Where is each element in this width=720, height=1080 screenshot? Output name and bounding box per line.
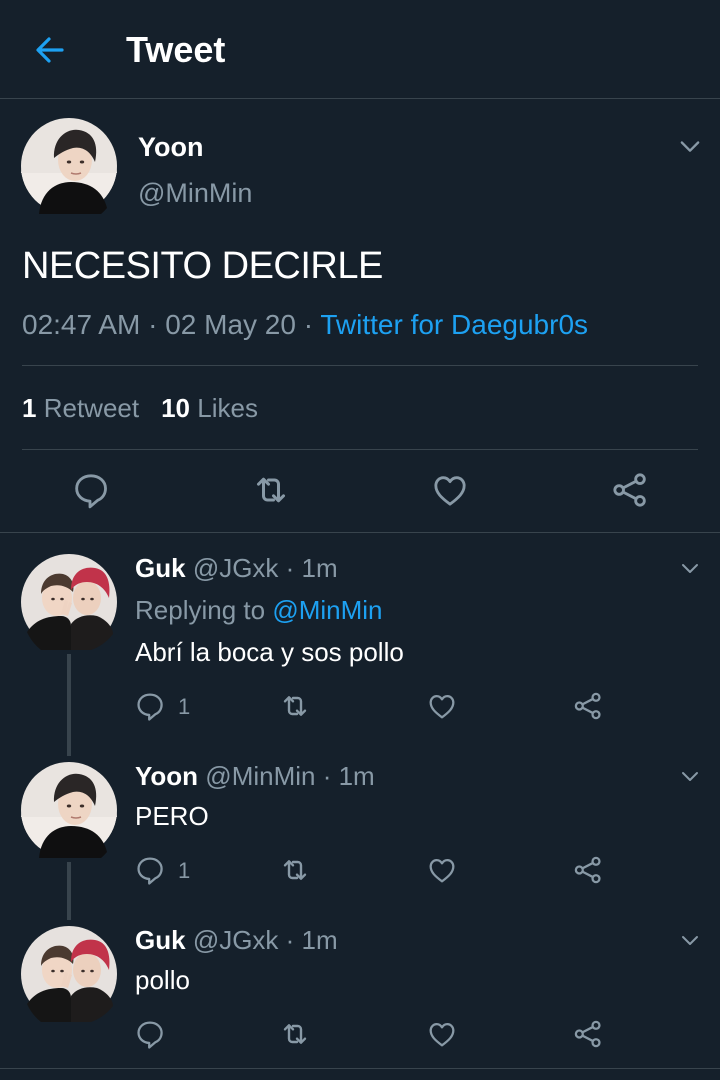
- retweet-button[interactable]: [279, 1018, 311, 1050]
- speech-bubble-icon: [71, 470, 111, 510]
- avatar-image: [21, 926, 117, 1022]
- like-button[interactable]: [430, 470, 470, 510]
- reply-button[interactable]: [134, 1018, 166, 1050]
- reply-button[interactable]: [134, 690, 166, 722]
- author-name[interactable]: Guk: [135, 553, 186, 583]
- tweet-menu-button[interactable]: [678, 928, 702, 952]
- reply-time: · 1m: [285, 925, 338, 955]
- avatar-image: [21, 554, 117, 650]
- reply-text: Abrí la boca y sos pollo: [135, 637, 404, 667]
- author-handle[interactable]: @JGxk: [193, 553, 279, 583]
- heart-icon: [426, 1018, 458, 1050]
- share-icon: [572, 690, 604, 722]
- retweet-icon: [279, 1018, 311, 1050]
- reply-button[interactable]: [71, 470, 111, 510]
- divider: [0, 532, 720, 533]
- tweet-action-bar: [0, 462, 720, 522]
- share-button[interactable]: [610, 470, 650, 510]
- retweet-button[interactable]: [279, 690, 311, 722]
- reply-header: Guk @JGxk · 1m: [135, 924, 338, 956]
- author-name[interactable]: Yoon: [138, 131, 203, 163]
- author-name[interactable]: Yoon: [135, 761, 198, 791]
- avatar[interactable]: [21, 118, 117, 214]
- tweet-menu-button[interactable]: [676, 132, 704, 160]
- retweet-count: 1: [22, 393, 37, 423]
- reply-text: PERO: [135, 801, 209, 831]
- like-button[interactable]: [426, 1018, 458, 1050]
- thread-line: [67, 654, 71, 756]
- share-icon: [610, 470, 650, 510]
- top-app-bar: Tweet: [0, 0, 720, 99]
- retweet-stat[interactable]: 1 Retweet: [22, 393, 139, 423]
- like-button[interactable]: [426, 854, 458, 886]
- divider: [22, 449, 698, 450]
- tweet-menu-button[interactable]: [678, 556, 702, 580]
- share-button[interactable]: [572, 1018, 604, 1050]
- meta-separator: ·: [303, 309, 314, 340]
- chevron-down-icon: [676, 132, 704, 160]
- likes-label: Likes: [197, 393, 258, 423]
- share-icon: [572, 1018, 604, 1050]
- tweet-text: NECESITO DECIRLE: [22, 245, 383, 287]
- retweet-icon: [251, 470, 291, 510]
- reply-count: 1: [178, 858, 191, 883]
- tweet-meta: 02:47 AM · 02 May 20 · Twitter for Daegu…: [22, 308, 588, 342]
- avatar[interactable]: [21, 926, 117, 1022]
- reply-time: · 1m: [285, 553, 338, 583]
- chevron-down-icon: [678, 764, 702, 788]
- chevron-down-icon: [678, 928, 702, 952]
- reply-count: 1: [178, 694, 191, 719]
- replying-to-link[interactable]: @MinMin: [272, 595, 382, 625]
- page-title: Tweet: [126, 29, 226, 70]
- author-handle[interactable]: @JGxk: [193, 925, 279, 955]
- likes-stat[interactable]: 10 Likes: [161, 393, 258, 423]
- reply-text: pollo: [135, 965, 190, 995]
- tweet-date: 02 May 20: [165, 309, 296, 340]
- chevron-down-icon: [678, 556, 702, 580]
- tweet-menu-button[interactable]: [678, 764, 702, 788]
- retweet-icon: [279, 690, 311, 722]
- replying-to: Replying to @MinMin: [135, 594, 383, 626]
- share-button[interactable]: [572, 854, 604, 886]
- arrow-left-icon: [36, 37, 64, 63]
- divider: [22, 365, 698, 366]
- author-handle[interactable]: @MinMin: [138, 177, 252, 209]
- share-icon: [572, 854, 604, 886]
- reply-button[interactable]: [134, 854, 166, 886]
- thread-line: [67, 862, 71, 920]
- avatar-image: [21, 118, 117, 214]
- share-button[interactable]: [572, 690, 604, 722]
- back-button[interactable]: [30, 30, 70, 70]
- retweet-button[interactable]: [279, 854, 311, 886]
- avatar[interactable]: [21, 762, 117, 858]
- retweet-label: Retweet: [43, 393, 140, 423]
- speech-bubble-icon: [134, 1018, 166, 1050]
- speech-bubble-icon: [134, 690, 166, 722]
- speech-bubble-icon: [134, 854, 166, 886]
- heart-icon: [426, 690, 458, 722]
- retweet-icon: [279, 854, 311, 886]
- meta-separator: ·: [148, 309, 158, 340]
- reply-header: Yoon @MinMin · 1m: [135, 760, 375, 792]
- heart-icon: [426, 854, 458, 886]
- tweet-stats: 1 Retweet 10 Likes: [22, 392, 258, 424]
- replying-prefix: Replying to: [135, 595, 266, 625]
- retweet-button[interactable]: [251, 470, 291, 510]
- reply-header: Guk @JGxk · 1m: [135, 552, 338, 584]
- divider: [0, 1068, 720, 1069]
- avatar[interactable]: [21, 554, 117, 650]
- like-button[interactable]: [426, 690, 458, 722]
- tweet-time: 02:47 AM: [22, 309, 141, 340]
- heart-icon: [430, 470, 470, 510]
- like-count: 10: [161, 393, 191, 423]
- avatar-image: [21, 762, 117, 858]
- author-name[interactable]: Guk: [135, 925, 186, 955]
- author-handle[interactable]: @MinMin: [205, 761, 315, 791]
- tweet-source-link[interactable]: Twitter for Daegubr0s: [320, 309, 588, 340]
- reply-time: · 1m: [322, 761, 375, 791]
